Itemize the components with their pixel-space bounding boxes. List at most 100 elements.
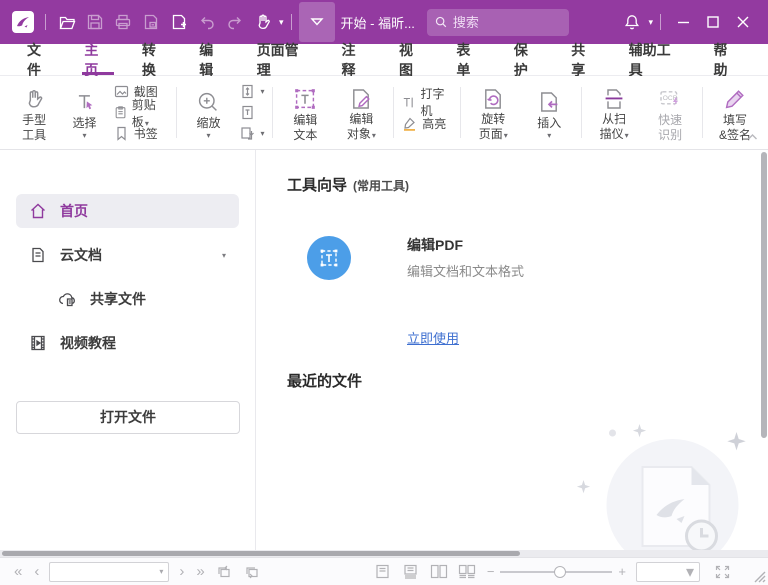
quick-ocr-button[interactable]: OCR 快速 识别 (646, 83, 694, 143)
menu-home[interactable]: 主页 (69, 44, 126, 75)
new-document-icon[interactable] (165, 7, 193, 37)
highlight-button[interactable]: 高亮 (402, 115, 452, 132)
hand-icon (23, 86, 45, 113)
edit-pdf-card-title[interactable]: 编辑PDF (407, 235, 463, 255)
menu-comment[interactable]: 注释 (327, 44, 384, 75)
expand-caret-icon[interactable]: ▾ (222, 251, 226, 260)
close-button[interactable] (728, 7, 758, 37)
facing-continuous-view-button[interactable] (456, 562, 478, 582)
menu-share[interactable]: 共享 (556, 44, 613, 75)
window-title: 开始 - 福昕... (341, 13, 415, 32)
edit-object-button[interactable]: 编辑 对象 (337, 82, 385, 143)
dropdown-caret-icon: ▾ (686, 562, 694, 582)
typewriter-button[interactable]: 打字机 (402, 94, 452, 111)
previous-page-button[interactable]: ‹ (28, 564, 45, 579)
fit-page-icon (240, 84, 255, 99)
edit-object-icon (349, 85, 373, 112)
print-icon[interactable] (109, 7, 137, 37)
sidebar-item-cloud-docs[interactable]: 云文档 ▾ (16, 238, 239, 272)
toolbar-toggle-button[interactable] (299, 2, 335, 42)
fill-sign-pencil-icon (723, 86, 747, 113)
menu-convert[interactable]: 转换 (127, 44, 184, 75)
clipboard-button[interactable]: 剪贴板 (114, 104, 168, 121)
menu-edit[interactable]: 编辑 (184, 44, 241, 75)
use-now-link[interactable]: 立即使用 (407, 328, 459, 347)
first-page-button[interactable]: « (8, 564, 28, 579)
collapse-ribbon-icon[interactable] (747, 133, 758, 144)
dropdown-caret-icon: ▾ (260, 129, 264, 138)
bookmark-button[interactable]: 书签 (114, 125, 168, 142)
last-page-button[interactable]: » (190, 564, 210, 579)
zoom-out-icon[interactable]: − (487, 564, 495, 579)
page-number-combo[interactable]: ▾ (49, 562, 169, 582)
menu-protect[interactable]: 保护 (499, 44, 556, 75)
bell-dropdown-caret-icon[interactable]: ▾ (648, 17, 653, 28)
menu-help[interactable]: 帮助 (699, 44, 756, 75)
snapshot-icon (114, 84, 129, 99)
dropdown-caret-icon: ▾ (83, 131, 87, 140)
fit-window-button[interactable] (711, 562, 733, 582)
ribbon-toolbar: 手型 工具 选择 ▾ 截图 剪贴板 (0, 76, 768, 150)
redo-icon[interactable] (221, 7, 249, 37)
search-input[interactable] (453, 15, 561, 30)
vertical-scrollbar-thumb[interactable] (761, 152, 767, 438)
clipboard-icon (114, 105, 127, 120)
select-tool-button[interactable]: 选择 ▾ (63, 86, 105, 140)
typewriter-icon (402, 95, 415, 110)
open-file-button[interactable]: 打开文件 (16, 401, 240, 434)
main-panel: 工具向导(常用工具) 编辑PDF 编辑文档和文本格式 立即使用 最近的文件 (256, 150, 768, 557)
sidebar-item-home[interactable]: 首页 (16, 194, 239, 228)
facing-view-button[interactable] (428, 562, 450, 582)
search-box[interactable] (427, 9, 569, 36)
export-page-icon[interactable] (137, 7, 165, 37)
search-icon (435, 15, 447, 29)
sidebar-item-video-tutorials[interactable]: 视频教程 (16, 326, 239, 360)
hand-tool-button[interactable]: 手型 工具 (13, 83, 55, 143)
menu-file[interactable]: 文件 (12, 44, 69, 75)
next-view-button[interactable] (242, 562, 264, 582)
hand-dropdown-caret-icon[interactable]: ▾ (279, 17, 284, 28)
insert-pages-icon (537, 89, 561, 116)
insert-pages-button[interactable]: 插入 ▾ (525, 86, 573, 140)
open-file-icon[interactable] (53, 7, 81, 37)
app-window: ▾ 开始 - 福昕... ▾ 文件 (0, 0, 768, 585)
previous-view-button[interactable] (214, 562, 236, 582)
fit-page-button[interactable]: ▾ (240, 83, 264, 100)
next-page-button[interactable]: › (173, 564, 190, 579)
dropdown-caret-icon: ▾ (260, 87, 264, 96)
menu-page-management[interactable]: 页面管理 (242, 44, 327, 75)
menu-accessibility[interactable]: 辅助工具 (614, 44, 699, 75)
foxit-logo-icon (12, 11, 34, 33)
zoom-button[interactable]: 缩放 ▾ (184, 86, 232, 140)
actual-size-button[interactable] (240, 104, 264, 121)
window-resize-grip[interactable] (750, 567, 766, 583)
titlebar: ▾ 开始 - 福昕... ▾ (0, 0, 768, 44)
sidebar-item-shared-files[interactable]: 共享文件 (16, 282, 239, 316)
menu-view[interactable]: 视图 (384, 44, 441, 75)
undo-icon[interactable] (193, 7, 221, 37)
zoom-slider-track[interactable] (500, 571, 612, 573)
divider (45, 14, 46, 30)
zoom-level-combo[interactable]: ▾ (636, 562, 700, 582)
save-icon[interactable] (81, 7, 109, 37)
hand-tool-icon[interactable] (249, 7, 277, 37)
continuous-view-button[interactable] (400, 562, 422, 582)
menu-bar: 文件 主页 转换 编辑 页面管理 注释 视图 表单 保护 共享 辅助工具 帮助 (0, 44, 768, 76)
edit-text-button[interactable]: 编辑 文本 (281, 83, 329, 143)
edit-pdf-card-icon[interactable] (307, 236, 351, 280)
notifications-bell-icon[interactable] (618, 7, 646, 37)
zoom-in-icon[interactable]: + (618, 564, 626, 579)
single-page-view-button[interactable] (372, 562, 394, 582)
dropdown-caret-icon: ▾ (206, 131, 210, 140)
horizontal-scrollbar-thumb[interactable] (2, 551, 520, 556)
maximize-button[interactable] (698, 7, 728, 37)
bookmark-icon (114, 126, 129, 141)
horizontal-scrollbar[interactable] (0, 550, 768, 557)
reflow-button[interactable]: ▾ (240, 125, 264, 142)
rotate-pages-button[interactable]: 旋转 页面 (469, 82, 517, 143)
minimize-button[interactable] (668, 7, 698, 37)
from-scanner-button[interactable]: 从扫 描仪 (590, 82, 638, 143)
menu-form[interactable]: 表单 (441, 44, 498, 75)
zoom-slider-thumb[interactable] (554, 566, 566, 578)
zoom-slider[interactable]: − + (487, 564, 626, 579)
